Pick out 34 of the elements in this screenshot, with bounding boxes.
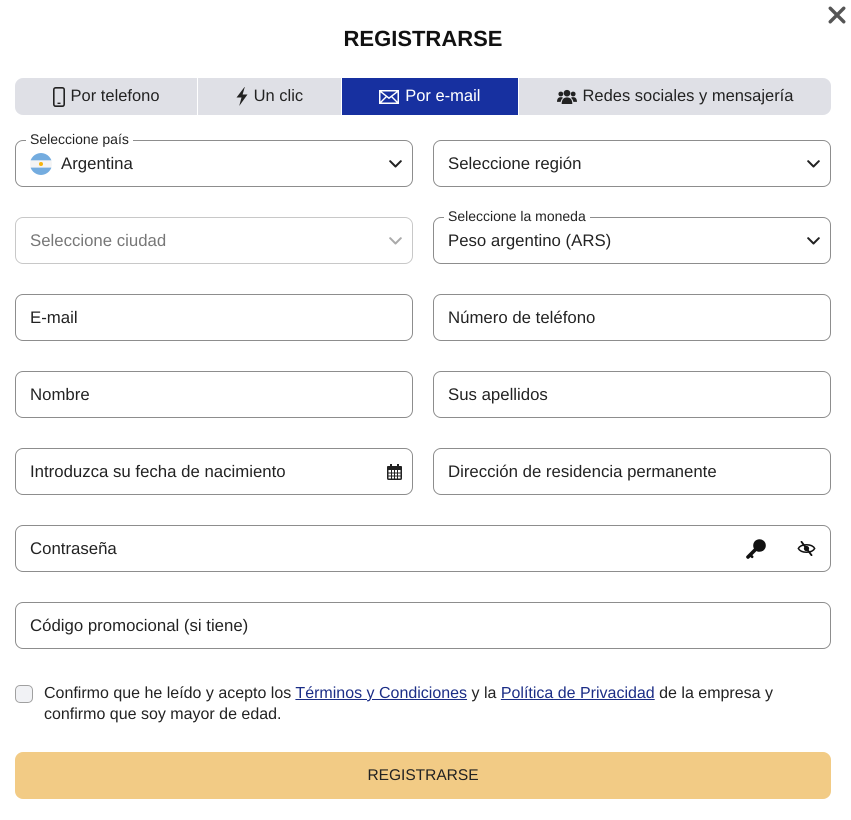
date-field[interactable]: Introduzca su fecha de nacimiento — [15, 448, 413, 495]
consent-checkbox[interactable] — [15, 685, 33, 703]
chevron-down-icon — [389, 236, 402, 244]
dialog-title: REGISTRARSE — [344, 26, 502, 52]
privacy-link[interactable]: Política de Privacidad — [500, 685, 655, 702]
eye-slash-icon[interactable] — [797, 541, 816, 556]
flag-icon — [30, 152, 52, 174]
input-field[interactable]: Sus apellidos — [433, 371, 831, 418]
tab[interactable]: Por telefono — [15, 78, 198, 115]
close-icon — [828, 6, 846, 24]
input-field[interactable]: E-mail — [15, 294, 413, 341]
tab[interactable]: Redes sociales y mensajería — [518, 78, 831, 115]
consent-text: Confirmo que he leído y acepto los Términos y Condiciones y la Política de Privacidad de la empresa y confirmo que soy mayor de edad. — [44, 684, 774, 725]
chevron-down-icon — [807, 236, 820, 244]
password-field[interactable]: Contraseña — [15, 525, 831, 572]
register-button[interactable]: REGISTRARSE — [15, 752, 831, 799]
phone-icon — [52, 86, 65, 106]
calendar-icon[interactable] — [387, 464, 402, 480]
dropdown-field: Seleccione ciudad — [15, 217, 413, 264]
lightning-icon — [236, 87, 248, 106]
tab[interactable]: Por e-mail — [340, 78, 518, 115]
input-field[interactable]: Nombre — [15, 371, 413, 418]
envelope-icon — [379, 90, 400, 104]
close-button[interactable] — [828, 6, 846, 24]
input-field[interactable]: Dirección de residencia permanente — [433, 448, 831, 495]
input-field[interactable]: Número de teléfono — [433, 294, 831, 341]
chevron-down-icon — [807, 160, 820, 168]
dropdown-field[interactable]: Seleccione región — [433, 140, 831, 187]
key-icon[interactable] — [746, 538, 766, 558]
users-icon — [556, 89, 577, 104]
field-label: Seleccione país — [26, 131, 133, 148]
terms-link[interactable]: Términos y Condiciones — [295, 685, 468, 702]
input-field[interactable]: Código promocional (si tiene) — [15, 602, 831, 649]
chevron-down-icon — [389, 160, 402, 168]
